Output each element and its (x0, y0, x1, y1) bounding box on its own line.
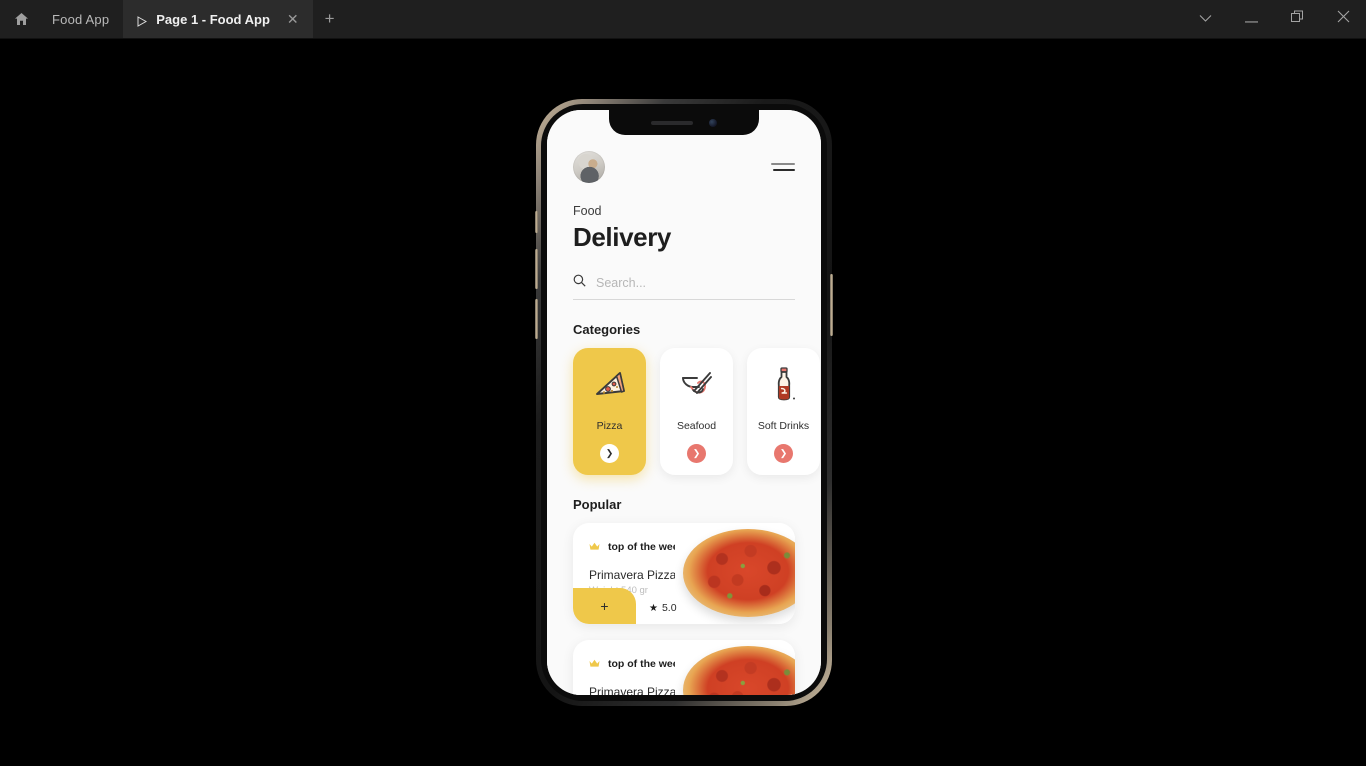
phone-screen: Food Delivery Categories (547, 110, 821, 695)
phone-mockup: Food Delivery Categories (535, 99, 833, 706)
phone-power-button[interactable] (830, 274, 833, 336)
pizza-photo (683, 529, 795, 617)
product-name: Primavera Pizza (589, 568, 677, 582)
phone-notch (609, 110, 759, 135)
category-card-seafood[interactable]: Seafood ❯ (660, 348, 733, 475)
popular-card[interactable]: top of the week Primavera Pizza Weight 5… (573, 640, 795, 695)
window-close-button[interactable] (1320, 0, 1366, 38)
search-input[interactable] (596, 276, 795, 290)
category-arrow-button[interactable]: ❯ (774, 444, 793, 463)
badge-label: top of the week (608, 541, 685, 553)
crown-icon (589, 655, 600, 673)
rating-value: 5.0 (661, 602, 677, 614)
phone-mute-switch[interactable] (535, 211, 538, 233)
phone-volume-up-button[interactable] (535, 249, 538, 289)
category-label: Pizza (596, 420, 623, 432)
popular-heading: Popular (573, 497, 622, 512)
category-card-pizza[interactable]: Pizza ❯ (573, 348, 646, 475)
badge-label: top of the week (608, 658, 685, 670)
hamburger-line (773, 169, 795, 171)
page-kicker: Food (573, 204, 602, 218)
chevron-down-icon (1199, 10, 1212, 28)
window-maximize-button[interactable] (1274, 0, 1320, 38)
tab-close-icon[interactable]: ✕ (285, 10, 301, 28)
category-arrow-button[interactable]: ❯ (600, 444, 619, 463)
food-delivery-app: Food Delivery Categories (547, 110, 821, 695)
search-icon (573, 274, 586, 292)
front-camera-icon (709, 118, 717, 127)
app-name-label[interactable]: Food App (42, 0, 123, 38)
categories-heading: Categories (573, 322, 641, 337)
window-minimize-button[interactable] (1228, 0, 1274, 38)
pizza-photo (683, 646, 795, 695)
add-to-cart-button[interactable]: + (573, 588, 636, 624)
minimize-icon (1244, 10, 1258, 28)
avatar[interactable] (573, 151, 605, 183)
tab-title: Page 1 - Food App (156, 11, 270, 27)
product-rating: ★ 5.0 (649, 602, 677, 614)
tab-page-1[interactable]: Page 1 - Food App ✕ (123, 0, 313, 38)
page-title: Delivery (573, 222, 671, 252)
speaker-grille-icon (651, 120, 693, 125)
close-icon (1337, 10, 1350, 28)
home-button[interactable] (0, 0, 42, 38)
category-label: Soft Drinks (757, 420, 810, 432)
top-of-week-badge: top of the week (589, 538, 684, 556)
play-icon (137, 14, 148, 27)
product-image (675, 523, 795, 624)
category-arrow-button[interactable]: ❯ (687, 444, 706, 463)
star-icon: ★ (649, 602, 658, 614)
category-card-soft-drinks[interactable]: Soft Drinks ❯ (747, 348, 820, 475)
product-name: Primavera Pizza (589, 685, 677, 695)
category-label: Seafood (676, 420, 717, 432)
search-bar[interactable] (573, 274, 795, 300)
window-titlebar: Food App Page 1 - Food App ✕ + (0, 0, 1366, 39)
top-of-week-badge: top of the week (589, 655, 684, 673)
shrimp-chopsticks-icon (677, 364, 717, 404)
preview-canvas: Food Delivery Categories (0, 39, 1366, 766)
maximize-icon (1290, 10, 1304, 28)
new-tab-button[interactable]: + (313, 0, 347, 38)
titlebar-spacer (347, 0, 1182, 38)
phone-volume-down-button[interactable] (535, 299, 538, 339)
cola-bottle-icon (764, 364, 804, 404)
hamburger-menu-icon[interactable] (771, 159, 795, 175)
hamburger-line (771, 163, 795, 165)
popular-card[interactable]: top of the week Primavera Pizza Weight 5… (573, 523, 795, 624)
home-icon (14, 12, 29, 26)
window-chevron-down-button[interactable] (1182, 0, 1228, 38)
crown-icon (589, 538, 600, 556)
categories-row: Pizza ❯ Seafood ❯ Soft Drinks ❯ (573, 348, 820, 475)
product-image (675, 640, 795, 695)
pizza-slice-icon (590, 364, 630, 404)
